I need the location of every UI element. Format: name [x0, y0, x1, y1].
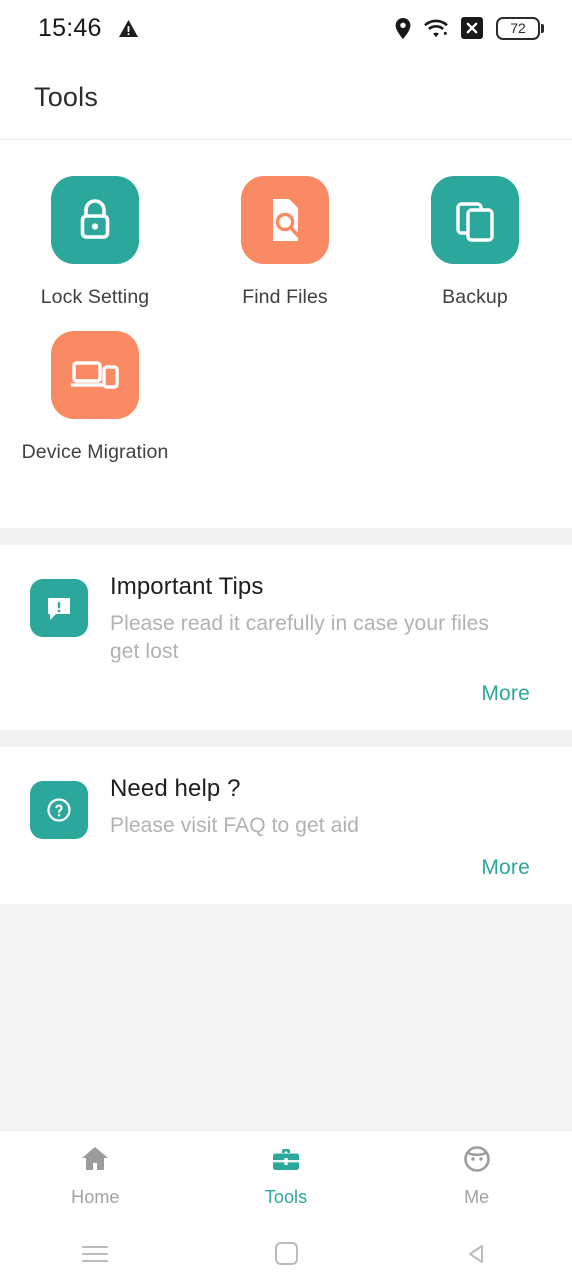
tool-item-find-files[interactable]: Find Files — [190, 176, 380, 309]
question-circle-icon — [30, 780, 88, 839]
app-title-bar: Tools — [0, 56, 572, 140]
tool-label: Find Files — [242, 286, 328, 308]
person-face-icon — [462, 1145, 492, 1178]
lock-icon — [51, 176, 139, 264]
briefcase-icon — [271, 1145, 301, 1178]
more-link-tips[interactable]: More — [30, 666, 542, 714]
battery-percent: 72 — [510, 19, 526, 36]
card-title: Important Tips — [110, 573, 264, 600]
more-link-help[interactable]: More — [30, 840, 542, 888]
tool-label: Device Migration — [21, 441, 169, 463]
nav-label: Home — [71, 1186, 120, 1207]
back-triangle-icon[interactable] — [381, 1242, 572, 1266]
tools-grid: Lock Setting Find Files Backup Device Mi… — [0, 176, 572, 486]
tools-grid-panel: Lock Setting Find Files Backup Device Mi… — [0, 140, 572, 528]
status-bar-left: 15:46 — [38, 14, 139, 43]
card-title: Need help ? — [110, 774, 241, 802]
tool-label: Backup — [442, 286, 508, 308]
app-root: 15:46 72 Tools Lock Setting Find Files B… — [0, 0, 572, 1280]
nav-label: Me — [464, 1186, 490, 1207]
warning-triangle-icon — [118, 19, 139, 38]
nav-tab-me[interactable]: Me — [381, 1145, 572, 1208]
copy-documents-icon — [431, 176, 519, 264]
nav-tab-tools[interactable]: Tools — [191, 1145, 382, 1208]
status-clock: 15:46 — [38, 13, 102, 42]
card-need-help[interactable]: Need help ? Please visit FAQ to get aid … — [0, 746, 572, 904]
location-pin-icon — [395, 17, 411, 39]
card-description: Please visit FAQ to get aid — [110, 813, 359, 837]
tool-item-device-migration[interactable]: Device Migration — [0, 331, 190, 464]
battery-indicator: 72 — [496, 16, 544, 40]
empty-space — [0, 903, 572, 1130]
recents-menu-icon[interactable] — [0, 1241, 191, 1267]
tool-label: Lock Setting — [40, 286, 150, 308]
tool-item-backup[interactable]: Backup — [380, 176, 570, 309]
section-divider — [0, 528, 572, 545]
bottom-navigation: Home Tools Me — [0, 1129, 572, 1222]
file-search-icon — [241, 176, 329, 264]
tool-item-lock-setting[interactable]: Lock Setting — [0, 176, 190, 309]
nav-label: Tools — [264, 1186, 308, 1207]
wifi-icon — [424, 18, 448, 38]
laptop-phone-icon — [51, 331, 139, 419]
card-description: Please read it carefully in case your fi… — [110, 612, 489, 663]
page-title: Tools — [34, 82, 99, 112]
card-important-tips[interactable]: Important Tips Please read it carefully … — [0, 545, 572, 730]
system-navigation-bar — [0, 1221, 572, 1280]
home-square-icon[interactable] — [191, 1242, 382, 1266]
status-bar: 15:46 72 — [0, 0, 572, 56]
nav-tab-home[interactable]: Home — [0, 1145, 191, 1208]
status-bar-right: 72 — [395, 16, 544, 40]
section-divider — [0, 729, 572, 747]
no-sim-x-icon — [461, 17, 483, 39]
home-icon — [80, 1145, 110, 1178]
speech-bubble-alert-icon — [30, 579, 88, 637]
